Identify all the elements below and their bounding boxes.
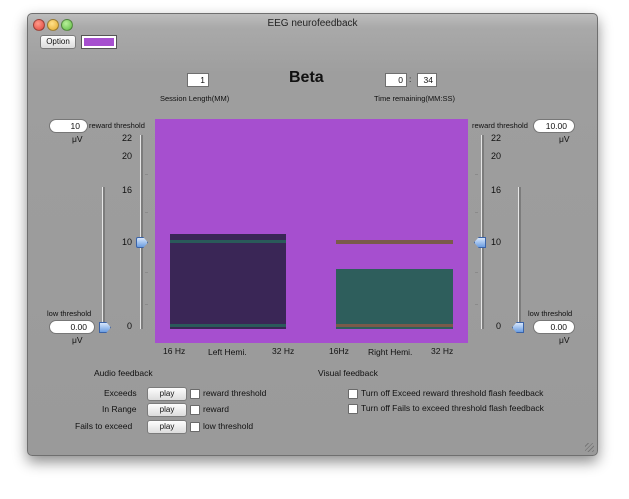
audio-feedback-title: Audio feedback	[94, 368, 153, 378]
left-reward-threshold-label: reward threshold	[89, 121, 145, 130]
right-minor-tick	[475, 212, 478, 213]
minimize-window-button[interactable]	[47, 19, 59, 31]
exceed-flash-checkbox[interactable]	[348, 389, 358, 399]
fails-flash-checkbox[interactable]	[348, 404, 358, 414]
left-minor-tick	[145, 212, 148, 213]
right-axis-end: 32 Hz	[431, 346, 454, 356]
left-axis-name: Left Hemi.	[208, 347, 247, 357]
fails-flash-label: Turn off Fails to exceed threshold flash…	[361, 403, 544, 413]
band-title: Beta	[289, 69, 324, 86]
left-low-threshold-field[interactable]: 0.00	[49, 320, 95, 334]
reward-threshold-check-label: reward threshold	[203, 388, 267, 398]
exceeds-play-button[interactable]: play	[147, 387, 187, 401]
right-tick-16: 16	[491, 185, 502, 195]
right-tick-22: 22	[491, 133, 502, 143]
fails-to-exceed-label: Fails to exceed	[75, 421, 133, 431]
left-tick-0: 0	[126, 321, 132, 331]
reward-threshold-checkbox[interactable]	[190, 389, 200, 399]
low-threshold-checkbox[interactable]	[190, 422, 200, 432]
option-button[interactable]: Option	[40, 35, 76, 49]
left-reward-threshold-field[interactable]: 10	[49, 119, 88, 133]
left-reward-slider-track[interactable]	[140, 135, 143, 329]
left-tick-22: 22	[121, 133, 132, 143]
in-range-label: In Range	[102, 404, 137, 414]
right-reward-slider-knob[interactable]	[474, 237, 486, 248]
fails-to-exceed-play-button[interactable]: play	[147, 420, 187, 434]
window-title: EEG neurofeedback	[267, 18, 358, 29]
right-reward-unit: μV	[559, 134, 570, 144]
left-axis-start: 16 Hz	[163, 346, 186, 356]
remaining-seconds-field[interactable]: 34	[417, 73, 437, 87]
remaining-separator: :	[409, 74, 412, 84]
color-swatch	[84, 38, 114, 46]
right-tick-10: 10	[491, 237, 502, 247]
left-threshold-line	[170, 240, 286, 243]
reward-check-label: reward	[203, 404, 229, 414]
exceed-flash-label: Turn off Exceed reward threshold flash f…	[361, 388, 544, 398]
low-threshold-check-label: low threshold	[203, 421, 254, 431]
right-tick-20: 20	[491, 151, 502, 161]
right-low-threshold-field[interactable]: 0.00	[533, 320, 575, 334]
right-low-threshold-label: low threshold	[528, 309, 573, 318]
color-swatch-button[interactable]	[81, 35, 117, 49]
left-low-slider-knob[interactable]	[99, 322, 111, 333]
right-tick-0: 0	[496, 321, 502, 331]
session-length-label: Session Length(MM)	[160, 94, 230, 103]
close-window-button[interactable]	[33, 19, 45, 31]
exceeds-label: Exceeds	[104, 388, 137, 398]
in-range-play-button[interactable]: play	[147, 403, 187, 417]
right-reward-threshold-label: reward threshold	[472, 121, 528, 130]
left-axis-end: 32 Hz	[272, 346, 295, 356]
left-minor-tick	[145, 174, 148, 175]
right-axis-name: Right Hemi.	[368, 347, 413, 357]
right-low-unit: μV	[559, 335, 570, 345]
right-low-slider-track[interactable]	[518, 187, 521, 329]
app-window: EEG neurofeedback Option 1 Session Lengt…	[27, 13, 598, 456]
left-low-threshold-label: low threshold	[47, 309, 92, 318]
right-minor-tick	[475, 272, 478, 273]
right-reward-threshold-field[interactable]: 10.00	[533, 119, 575, 133]
right-reward-slider-track[interactable]	[481, 135, 484, 329]
neurofeedback-display	[155, 119, 468, 343]
resize-grip-icon[interactable]	[585, 443, 594, 452]
left-minor-tick	[145, 272, 148, 273]
remaining-label: Time remaining(MM:SS)	[374, 94, 455, 103]
left-low-slider-track[interactable]	[102, 187, 105, 329]
right-threshold-line	[336, 240, 453, 244]
left-tick-16: 16	[121, 185, 132, 195]
left-reward-slider-knob[interactable]	[136, 237, 148, 248]
left-hemisphere-bar	[170, 234, 286, 329]
reward-checkbox[interactable]	[190, 405, 200, 415]
left-tick-10: 10	[121, 237, 132, 247]
left-tick-20: 20	[121, 151, 132, 161]
left-low-unit: μV	[72, 335, 83, 345]
left-baseline-line	[170, 324, 286, 327]
left-minor-tick	[145, 304, 148, 305]
right-baseline-line	[336, 324, 453, 327]
visual-feedback-title: Visual feedback	[318, 368, 378, 378]
remaining-minutes-field[interactable]: 0	[385, 73, 407, 87]
left-reward-unit: μV	[72, 134, 83, 144]
right-axis-start: 16Hz	[329, 346, 349, 356]
right-minor-tick	[475, 174, 478, 175]
right-hemisphere-bar	[336, 269, 453, 329]
zoom-window-button[interactable]	[61, 19, 73, 31]
right-minor-tick	[475, 304, 478, 305]
session-length-field[interactable]: 1	[187, 73, 209, 87]
